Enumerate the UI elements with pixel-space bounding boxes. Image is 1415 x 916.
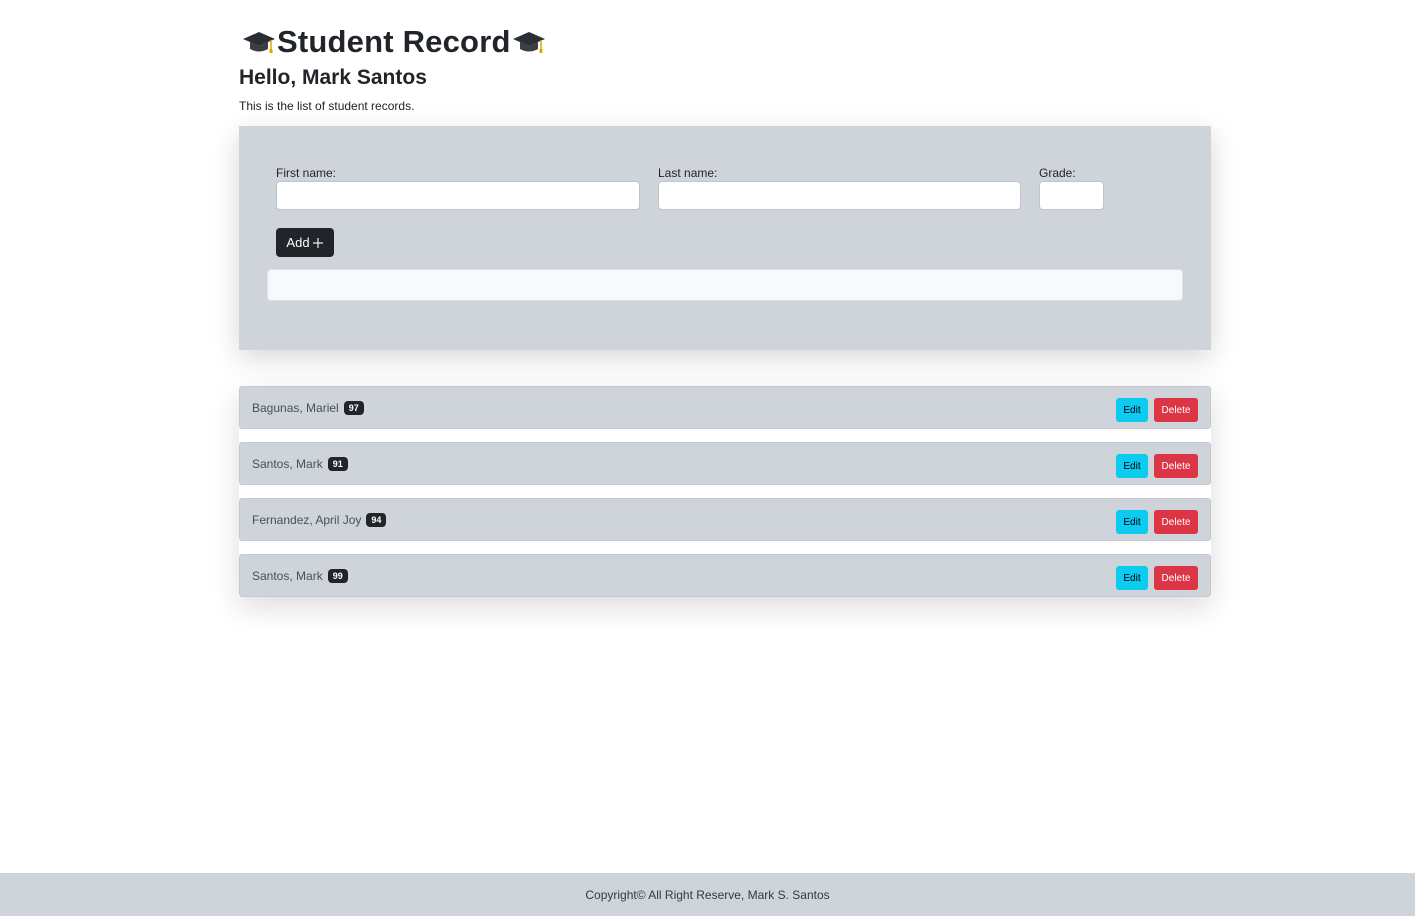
student-name-row: Fernandez, April Joy 94 <box>252 512 387 528</box>
last-name-input[interactable] <box>658 181 1021 210</box>
title-text: Student Record <box>277 24 511 59</box>
list-item: Santos, Mark 99 Edit Delete <box>239 554 1211 597</box>
edit-button[interactable]: Edit <box>1116 454 1148 478</box>
first-name-input[interactable] <box>276 181 640 210</box>
last-name-label: Last name: <box>658 166 718 180</box>
graduation-cap-icon <box>512 32 545 53</box>
student-name: Santos, Mark <box>252 457 323 471</box>
edit-button[interactable]: Edit <box>1116 510 1148 534</box>
plus-icon <box>312 237 323 248</box>
student-name: Bagunas, Mariel <box>252 401 339 415</box>
delete-button[interactable]: Delete <box>1154 510 1198 534</box>
student-form: First name: Last name: Grade: Add <box>239 126 1211 350</box>
delete-button[interactable]: Delete <box>1154 454 1198 478</box>
graduation-cap-icon <box>243 32 275 53</box>
student-name: Fernandez, April Joy <box>252 513 362 527</box>
list-item: Santos, Mark 91 Edit Delete <box>239 442 1211 485</box>
grade-input[interactable] <box>1039 181 1104 210</box>
message-box <box>267 269 1183 301</box>
student-name-row: Bagunas, Mariel 97 <box>252 400 364 416</box>
footer: Copyright© All Right Reserve, Mark S. Sa… <box>0 873 1415 916</box>
grade-badge: 94 <box>366 512 387 527</box>
grade-badge: 97 <box>343 400 364 415</box>
student-list: Bagunas, Mariel 97 Edit Delete Santos, Ma… <box>239 386 1211 597</box>
add-button[interactable]: Add <box>276 228 334 257</box>
grade-badge: 99 <box>327 568 348 583</box>
delete-button[interactable]: Delete <box>1154 566 1198 590</box>
student-name: Santos, Mark <box>252 569 323 583</box>
student-name-row: Santos, Mark 91 <box>252 456 348 472</box>
grade-badge: 91 <box>327 456 348 471</box>
page-title: Student Record <box>241 24 547 60</box>
grade-label: Grade: <box>1039 166 1076 180</box>
first-name-label: First name: <box>276 166 337 180</box>
edit-button[interactable]: Edit <box>1116 398 1148 422</box>
list-item: Bagunas, Mariel 97 Edit Delete <box>239 386 1211 429</box>
edit-button[interactable]: Edit <box>1116 566 1148 590</box>
add-button-label: Add <box>286 235 310 250</box>
subtitle: This is the list of student records. <box>239 99 415 113</box>
greeting: Hello, Mark Santos <box>239 66 427 89</box>
delete-button[interactable]: Delete <box>1154 398 1198 422</box>
list-item: Fernandez, April Joy 94 Edit Delete <box>239 498 1211 541</box>
copyright-text: Copyright© All Right Reserve, Mark S. Sa… <box>585 887 830 902</box>
student-name-row: Santos, Mark 99 <box>252 568 348 584</box>
